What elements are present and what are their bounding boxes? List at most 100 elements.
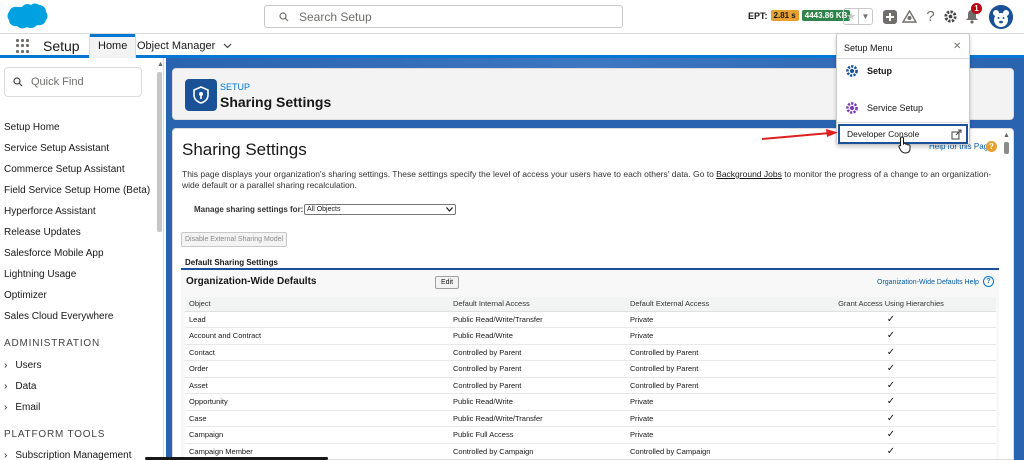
main-scroll-thumb[interactable] bbox=[1004, 142, 1009, 154]
quick-find-input[interactable]: Quick Find bbox=[4, 67, 142, 97]
app-name: Setup bbox=[43, 38, 80, 54]
sidebar-item-service-setup-assistant[interactable]: Service Setup Assistant bbox=[4, 143, 109, 154]
cell-internal: Public Read/Write/Transfer bbox=[449, 311, 626, 328]
sidebar-item-optimizer[interactable]: Optimizer bbox=[4, 290, 47, 301]
ept-time-badge: 2.81 s bbox=[770, 10, 799, 21]
notification-count-badge: 1 bbox=[971, 3, 982, 14]
sidebar-item-salesforce-mobile-app[interactable]: Salesforce Mobile App bbox=[4, 248, 104, 259]
main-scrollbar[interactable]: ▲ bbox=[1001, 129, 1013, 459]
table-header-row: Object Default Internal Access Default E… bbox=[185, 297, 996, 312]
sidebar-item-label: Subscription Management bbox=[15, 450, 132, 460]
tab-object-manager[interactable]: Object Manager bbox=[137, 34, 232, 58]
sidebar-scrollbar[interactable]: ▲ bbox=[156, 58, 164, 460]
chevron-down-icon[interactable] bbox=[223, 43, 232, 49]
cell-object: Contact bbox=[185, 344, 449, 361]
sidebar-item-email[interactable]: › Email bbox=[4, 402, 40, 413]
app-launcher-icon[interactable] bbox=[16, 39, 30, 53]
background-jobs-link[interactable]: Background Jobs bbox=[716, 169, 782, 179]
page-title: Sharing Settings bbox=[220, 94, 332, 110]
checkmark-icon: ✓ bbox=[886, 346, 896, 358]
cell-object: Opportunity bbox=[185, 393, 449, 411]
annotation-arrow-icon bbox=[761, 129, 838, 140]
column-header: Grant Access Using Hierarchies bbox=[786, 297, 996, 312]
trailhead-icon[interactable] bbox=[901, 8, 918, 25]
help-icon[interactable]: ? bbox=[983, 276, 994, 287]
disable-external-sharing-button[interactable]: Disable External Sharing Model bbox=[181, 232, 288, 247]
table-row: Asset Controlled by Parent Controlled by… bbox=[185, 377, 996, 394]
sidebar-item-sales-cloud-everywhere[interactable]: Sales Cloud Everywhere bbox=[4, 311, 114, 322]
sidebar-item-users[interactable]: › Users bbox=[4, 360, 41, 371]
checkmark-icon: ✓ bbox=[886, 412, 896, 424]
setup-menu-item-label: Service Setup bbox=[867, 103, 924, 113]
cell-external: Controlled by Campaign bbox=[626, 443, 786, 459]
hand-cursor-icon bbox=[898, 136, 911, 154]
column-header: Default Internal Access bbox=[449, 297, 626, 312]
owd-edit-button[interactable]: Edit bbox=[435, 276, 460, 289]
setup-menu-item-service-setup[interactable]: Service Setup bbox=[845, 101, 923, 115]
scroll-up-icon[interactable]: ▲ bbox=[1003, 132, 1010, 139]
gear-icon bbox=[846, 65, 858, 77]
cell-internal: Controlled by Campaign bbox=[449, 443, 626, 459]
column-header: Default External Access bbox=[626, 297, 786, 312]
sidebar-scroll-thumb[interactable] bbox=[157, 72, 162, 232]
manage-sharing-label: Manage sharing settings for: bbox=[194, 205, 304, 214]
table-row: Contact Controlled by Parent Controlled … bbox=[185, 344, 996, 361]
sidebar-item-release-updates[interactable]: Release Updates bbox=[4, 227, 81, 238]
bear-avatar-icon[interactable] bbox=[989, 5, 1013, 29]
table-row: Lead Public Read/Write/Transfer Private … bbox=[185, 311, 996, 328]
favorites-group: ★ ▼ bbox=[843, 8, 873, 25]
cell-grant: ✓ bbox=[786, 426, 996, 444]
search-input[interactable]: Search Setup bbox=[264, 5, 623, 28]
gear-icon[interactable] bbox=[942, 8, 959, 25]
setup-sidebar: Quick Find Setup Home Service Setup Assi… bbox=[0, 58, 164, 460]
sidebar-item-hyperforce-assistant[interactable]: Hyperforce Assistant bbox=[4, 206, 96, 217]
tab-home[interactable]: Home bbox=[89, 34, 137, 58]
setup-menu-item-setup[interactable]: Setup bbox=[845, 64, 892, 78]
shield-icon bbox=[185, 79, 217, 111]
close-icon[interactable]: ✕ bbox=[953, 41, 961, 52]
help-icon[interactable]: ? bbox=[986, 141, 997, 152]
plus-icon[interactable] bbox=[881, 8, 898, 25]
page-eyebrow: SETUP bbox=[220, 82, 251, 92]
help-icon[interactable]: ? bbox=[922, 8, 939, 25]
star-icon[interactable]: ★ bbox=[844, 9, 858, 24]
salesforce-cloud-logo[interactable] bbox=[4, 3, 48, 31]
search-icon bbox=[13, 77, 23, 87]
chevron-down-icon bbox=[446, 207, 453, 212]
chevron-right-icon: › bbox=[4, 402, 8, 413]
sidebar-item-label: Users bbox=[15, 360, 42, 371]
sidebar-item-commerce-setup-assistant[interactable]: Commerce Setup Assistant bbox=[4, 164, 125, 175]
cell-object: Account and Contract bbox=[185, 327, 449, 345]
owd-help-link[interactable]: Organization-Wide Defaults Help bbox=[877, 279, 979, 286]
manage-sharing-select[interactable]: All Objects bbox=[304, 204, 456, 215]
chevron-down-icon[interactable]: ▼ bbox=[858, 9, 872, 24]
cell-internal: Public Read/Write bbox=[449, 327, 626, 345]
cell-grant: ✓ bbox=[786, 327, 996, 345]
cell-internal: Public Full Access bbox=[449, 426, 626, 444]
sidebar-item-lightning-usage[interactable]: Lightning Usage bbox=[4, 269, 76, 280]
sidebar-item-field-service-setup-home[interactable]: Field Service Setup Home (Beta) bbox=[4, 185, 150, 196]
setup-menu-item-label: Setup bbox=[867, 66, 893, 76]
quick-find-placeholder: Quick Find bbox=[31, 76, 84, 88]
manage-sharing-value: All Objects bbox=[307, 206, 341, 213]
cell-internal: Controlled by Parent bbox=[449, 360, 626, 378]
sidebar-section-administration: ADMINISTRATION bbox=[4, 338, 101, 349]
scroll-up-icon[interactable]: ▲ bbox=[157, 61, 164, 68]
cell-external: Private bbox=[626, 426, 786, 444]
cell-object: Case bbox=[185, 410, 449, 427]
sidebar-item-subscription-management[interactable]: › Subscription Management bbox=[4, 450, 132, 460]
cell-external: Private bbox=[626, 311, 786, 328]
checkmark-icon: ✓ bbox=[886, 363, 896, 375]
ept-label: EPT: bbox=[748, 10, 768, 21]
search-icon bbox=[279, 11, 289, 21]
page-description: This page displays your organization's s… bbox=[182, 169, 992, 191]
gear-icon bbox=[846, 102, 858, 114]
sidebar-item-setup-home[interactable]: Setup Home bbox=[4, 122, 60, 133]
table-row: Campaign Public Full Access Private ✓ bbox=[185, 426, 996, 444]
cell-external: Private bbox=[626, 393, 786, 411]
cell-external: Controlled by Parent bbox=[626, 377, 786, 394]
cell-object: Campaign bbox=[185, 426, 449, 444]
chevron-right-icon: › bbox=[4, 360, 8, 371]
sidebar-item-data[interactable]: › Data bbox=[4, 381, 36, 392]
global-header: Search Setup EPT: 2.81 s 4443.86 KB ★ ▼ … bbox=[0, 0, 1024, 34]
